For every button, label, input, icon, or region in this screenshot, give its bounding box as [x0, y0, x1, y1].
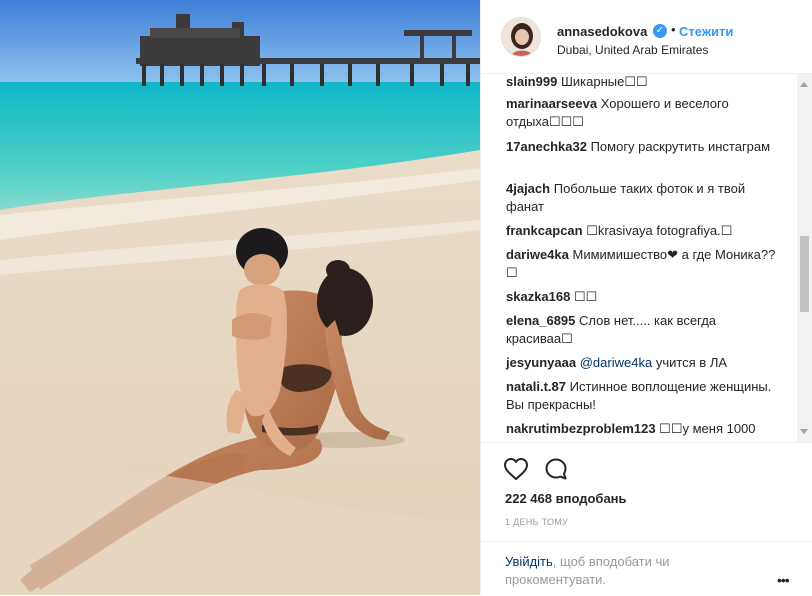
- comment-item: dariwe4ka Мимимишество❤ а где Моника??☐: [506, 246, 776, 282]
- login-prompt: Увійдіть, щоб вподобати чи прокоментуват…: [481, 541, 812, 596]
- comment-author[interactable]: dariwe4ka: [506, 247, 569, 262]
- comment-author[interactable]: frankcapcan: [506, 223, 583, 238]
- comment-item: jesyunyaaa @dariwe4ka учится в ЛА: [506, 354, 776, 372]
- comment-bubble-icon[interactable]: [544, 457, 568, 481]
- comment-item: slain999 Шикарные☐☐: [506, 74, 776, 91]
- post-photo: [0, 0, 480, 595]
- comment-text: ☐☐у меня 1000: [659, 421, 756, 436]
- login-link[interactable]: Увійдіть: [505, 554, 553, 569]
- heart-icon[interactable]: [503, 457, 529, 481]
- comment-item: frankcapcan ☐krasivaya fotografiya.☐: [506, 222, 776, 240]
- comment-text: учится в ЛА: [655, 355, 728, 370]
- scroll-down-arrow-icon[interactable]: [800, 429, 808, 434]
- post-location[interactable]: Dubai, United Arab Emirates: [557, 43, 708, 57]
- post-timestamp[interactable]: 1 ДЕНЬ ТОМУ: [505, 517, 568, 527]
- comment-author[interactable]: marinaarseeva: [506, 96, 597, 111]
- likes-count[interactable]: 222 468 вподобань: [505, 491, 627, 506]
- comment-author[interactable]: jesyunyaaa: [506, 355, 576, 370]
- comment-item: nakrutimbezproblem123 ☐☐у меня 1000: [506, 420, 776, 438]
- comment-author[interactable]: nakrutimbezproblem123: [506, 421, 656, 436]
- follow-button[interactable]: Стежити: [679, 24, 733, 39]
- post-side-panel: annasedokova ✓ • Стежити Dubai, United A…: [480, 0, 812, 595]
- post-actions: 222 468 вподобань 1 ДЕНЬ ТОМУ Увійдіть, …: [481, 442, 812, 595]
- comment-author[interactable]: elena_6895: [506, 313, 575, 328]
- comment-text: ☐☐: [573, 289, 598, 304]
- comment-item: 4jajach Побольше таких фоток и я твой фа…: [506, 180, 776, 216]
- comment-author[interactable]: skazka168: [506, 289, 570, 304]
- comment-author[interactable]: natali.t.87: [506, 379, 566, 394]
- avatar-image: [502, 18, 540, 56]
- comment-item: 17anechka32 Помогу раскрутить инстаграм: [506, 138, 776, 156]
- instagram-post-modal: annasedokova ✓ • Стежити Dubai, United A…: [0, 0, 812, 595]
- comments-list[interactable]: slain999 Шикарные☐☐ marinaarseeva Хороше…: [481, 74, 797, 442]
- comment-author[interactable]: slain999: [506, 74, 557, 89]
- comment-item: natali.t.87 Истинное воплощение женщины.…: [506, 378, 776, 414]
- comment-text: Шикарные☐☐: [560, 74, 648, 89]
- verified-badge-icon: ✓: [653, 24, 667, 38]
- scrollbar-thumb[interactable]: [800, 236, 809, 312]
- avatar[interactable]: [501, 17, 541, 57]
- comments-scrollbar[interactable]: [797, 74, 812, 442]
- more-options-icon[interactable]: •••: [777, 572, 790, 588]
- comment-item: marinaarseeva Хорошего и веселого отдыха…: [506, 95, 776, 131]
- post-author-username[interactable]: annasedokova: [557, 24, 647, 39]
- login-prompt-text: Увійдіть, щоб вподобати чи прокоментуват…: [505, 553, 755, 589]
- scroll-up-arrow-icon[interactable]: [800, 82, 808, 87]
- comment-text: Помогу раскрутить инстаграм: [590, 139, 771, 154]
- comment-text: ☐krasivaya fotografiya.☐: [586, 223, 733, 238]
- beach-photo-image: [0, 0, 480, 595]
- comment-author[interactable]: 17anechka32: [506, 139, 587, 154]
- comment-mention[interactable]: @dariwe4ka: [580, 355, 652, 370]
- comment-author[interactable]: 4jajach: [506, 181, 550, 196]
- post-header: annasedokova ✓ • Стежити Dubai, United A…: [481, 0, 812, 74]
- comment-item: skazka168 ☐☐: [506, 288, 776, 306]
- header-separator: •: [671, 22, 676, 37]
- comment-item: elena_6895 Слов нет..... как всегда крас…: [506, 312, 776, 348]
